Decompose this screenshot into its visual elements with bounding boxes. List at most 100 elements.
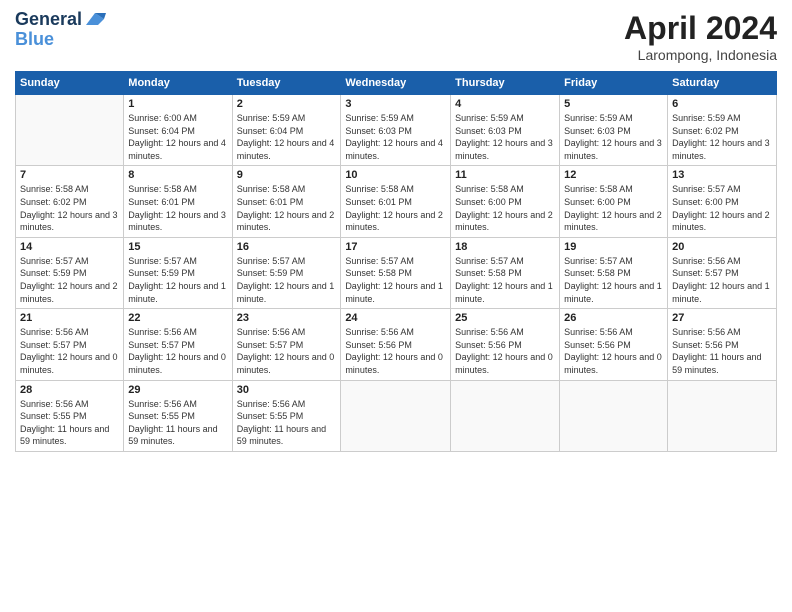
day-number: 9 (237, 169, 337, 181)
day-info: Sunrise: 5:56 AMSunset: 5:55 PMDaylight:… (128, 398, 227, 448)
calendar-cell: 13Sunrise: 5:57 AMSunset: 6:00 PMDayligh… (668, 166, 777, 237)
weekday-header: Thursday (451, 72, 560, 95)
calendar-cell: 12 Sunrise: 5:58 AMSunset: 6:00 PMDayligh… (560, 166, 668, 237)
day-info: Sunrise: 5:57 AMSunset: 5:58 PMDaylight:… (345, 255, 446, 305)
calendar-cell (668, 380, 777, 451)
day-info: Sunrise: 5:57 AMSunset: 5:58 PMDaylight:… (455, 255, 555, 305)
day-info: Sunrise: 5:56 AMSunset: 5:56 PMDaylight:… (455, 326, 555, 376)
day-info: Sunrise: 5:59 AMSunset: 6:03 PMDaylight:… (455, 112, 555, 162)
day-number: 7 (20, 169, 119, 181)
calendar-cell: 28 Sunrise: 5:56 AMSunset: 5:55 PMDayligh… (16, 380, 124, 451)
day-info: Sunrise: 5:58 AMSunset: 6:01 PMDaylight:… (128, 183, 227, 233)
calendar-cell: 17 Sunrise: 5:57 AMSunset: 5:58 PMDayligh… (341, 237, 451, 308)
calendar-cell: 23Sunrise: 5:56 AMSunset: 5:57 PMDayligh… (232, 309, 341, 380)
calendar-cell: 26 Sunrise: 5:56 AMSunset: 5:56 PMDayligh… (560, 309, 668, 380)
calendar-week-row: 21Sunrise: 5:56 AMSunset: 5:57 PMDayligh… (16, 309, 777, 380)
day-info: Sunrise: 5:56 AMSunset: 5:55 PMDaylight:… (20, 398, 119, 448)
calendar-week-row: 7 Sunrise: 5:58 AMSunset: 6:02 PMDaylight… (16, 166, 777, 237)
day-number: 29 (128, 384, 227, 396)
calendar-cell: 14 Sunrise: 5:57 AMSunset: 5:59 PMDayligh… (16, 237, 124, 308)
logo-icon (84, 11, 106, 29)
weekday-header: Saturday (668, 72, 777, 95)
day-number: 4 (455, 98, 555, 110)
day-number: 15 (128, 241, 227, 253)
calendar-cell: 5Sunrise: 5:59 AMSunset: 6:03 PMDaylight… (560, 95, 668, 166)
calendar-cell: 7 Sunrise: 5:58 AMSunset: 6:02 PMDaylight… (16, 166, 124, 237)
calendar-cell: 16 Sunrise: 5:57 AMSunset: 5:59 PMDayligh… (232, 237, 341, 308)
weekday-header: Monday (124, 72, 232, 95)
calendar-cell: 4 Sunrise: 5:59 AMSunset: 6:03 PMDaylight… (451, 95, 560, 166)
weekday-header: Friday (560, 72, 668, 95)
day-number: 17 (345, 241, 446, 253)
day-number: 12 (564, 169, 663, 181)
day-number: 19 (564, 241, 663, 253)
day-number: 3 (345, 98, 446, 110)
day-info: Sunrise: 5:57 AMSunset: 5:59 PMDaylight:… (237, 255, 337, 305)
logo-text: General (15, 10, 82, 30)
day-number: 28 (20, 384, 119, 396)
day-info: Sunrise: 5:58 AMSunset: 6:00 PMDaylight:… (455, 183, 555, 233)
day-number: 24 (345, 312, 446, 324)
day-info: Sunrise: 5:57 AMSunset: 5:58 PMDaylight:… (564, 255, 663, 305)
calendar-page: General Blue April 2024 Larompong, Indon… (0, 0, 792, 612)
calendar-cell: 10 Sunrise: 5:58 AMSunset: 6:01 PMDayligh… (341, 166, 451, 237)
day-info: Sunrise: 5:59 AMSunset: 6:02 PMDaylight:… (672, 112, 772, 162)
calendar-cell (451, 380, 560, 451)
calendar-cell: 30Sunrise: 5:56 AMSunset: 5:55 PMDayligh… (232, 380, 341, 451)
calendar-cell: 22Sunrise: 5:56 AMSunset: 5:57 PMDayligh… (124, 309, 232, 380)
day-info: Sunrise: 5:58 AMSunset: 6:02 PMDaylight:… (20, 183, 119, 233)
day-info: Sunrise: 6:00 AMSunset: 6:04 PMDaylight:… (128, 112, 227, 162)
logo-blue-text: Blue (15, 30, 106, 50)
logo: General Blue (15, 10, 106, 50)
calendar-cell: 15 Sunrise: 5:57 AMSunset: 5:59 PMDayligh… (124, 237, 232, 308)
day-info: Sunrise: 5:57 AMSunset: 5:59 PMDaylight:… (20, 255, 119, 305)
day-info: Sunrise: 5:56 AMSunset: 5:55 PMDaylight:… (237, 398, 337, 448)
day-number: 6 (672, 98, 772, 110)
calendar-cell: 11 Sunrise: 5:58 AMSunset: 6:00 PMDayligh… (451, 166, 560, 237)
day-info: Sunrise: 5:57 AMSunset: 5:59 PMDaylight:… (128, 255, 227, 305)
day-number: 26 (564, 312, 663, 324)
calendar-cell (560, 380, 668, 451)
day-info: Sunrise: 5:59 AMSunset: 6:03 PMDaylight:… (564, 112, 663, 162)
calendar-week-row: 14 Sunrise: 5:57 AMSunset: 5:59 PMDayligh… (16, 237, 777, 308)
header: General Blue April 2024 Larompong, Indon… (15, 10, 777, 63)
calendar-week-row: 1 Sunrise: 6:00 AMSunset: 6:04 PMDaylight… (16, 95, 777, 166)
day-number: 27 (672, 312, 772, 324)
calendar-cell: 27Sunrise: 5:56 AMSunset: 5:56 PMDayligh… (668, 309, 777, 380)
day-number: 8 (128, 169, 227, 181)
day-info: Sunrise: 5:56 AMSunset: 5:56 PMDaylight:… (564, 326, 663, 376)
day-number: 1 (128, 98, 227, 110)
calendar-header-row: SundayMondayTuesdayWednesdayThursdayFrid… (16, 72, 777, 95)
day-info: Sunrise: 5:56 AMSunset: 5:56 PMDaylight:… (345, 326, 446, 376)
title-block: April 2024 Larompong, Indonesia (624, 10, 777, 63)
day-info: Sunrise: 5:56 AMSunset: 5:57 PMDaylight:… (672, 255, 772, 305)
day-number: 11 (455, 169, 555, 181)
day-info: Sunrise: 5:58 AMSunset: 6:01 PMDaylight:… (345, 183, 446, 233)
calendar-cell: 6 Sunrise: 5:59 AMSunset: 6:02 PMDaylight… (668, 95, 777, 166)
day-number: 25 (455, 312, 555, 324)
day-number: 16 (237, 241, 337, 253)
day-info: Sunrise: 5:57 AMSunset: 6:00 PMDaylight:… (672, 183, 772, 233)
calendar-cell: 9 Sunrise: 5:58 AMSunset: 6:01 PMDaylight… (232, 166, 341, 237)
calendar-cell (341, 380, 451, 451)
calendar-cell: 19 Sunrise: 5:57 AMSunset: 5:58 PMDayligh… (560, 237, 668, 308)
weekday-header: Wednesday (341, 72, 451, 95)
weekday-header: Tuesday (232, 72, 341, 95)
day-info: Sunrise: 5:58 AMSunset: 6:01 PMDaylight:… (237, 183, 337, 233)
weekday-header: Sunday (16, 72, 124, 95)
calendar-cell: 8 Sunrise: 5:58 AMSunset: 6:01 PMDaylight… (124, 166, 232, 237)
day-number: 14 (20, 241, 119, 253)
calendar-cell: 18 Sunrise: 5:57 AMSunset: 5:58 PMDayligh… (451, 237, 560, 308)
day-info: Sunrise: 5:56 AMSunset: 5:57 PMDaylight:… (237, 326, 337, 376)
day-number: 18 (455, 241, 555, 253)
calendar-cell: 20Sunrise: 5:56 AMSunset: 5:57 PMDayligh… (668, 237, 777, 308)
calendar-cell: 2Sunrise: 5:59 AMSunset: 6:04 PMDaylight… (232, 95, 341, 166)
calendar-cell: 21Sunrise: 5:56 AMSunset: 5:57 PMDayligh… (16, 309, 124, 380)
day-info: Sunrise: 5:58 AMSunset: 6:00 PMDaylight:… (564, 183, 663, 233)
calendar-week-row: 28 Sunrise: 5:56 AMSunset: 5:55 PMDayligh… (16, 380, 777, 451)
calendar-cell: 29 Sunrise: 5:56 AMSunset: 5:55 PMDayligh… (124, 380, 232, 451)
calendar-cell (16, 95, 124, 166)
calendar-cell: 25 Sunrise: 5:56 AMSunset: 5:56 PMDayligh… (451, 309, 560, 380)
day-info: Sunrise: 5:59 AMSunset: 6:03 PMDaylight:… (345, 112, 446, 162)
day-number: 10 (345, 169, 446, 181)
